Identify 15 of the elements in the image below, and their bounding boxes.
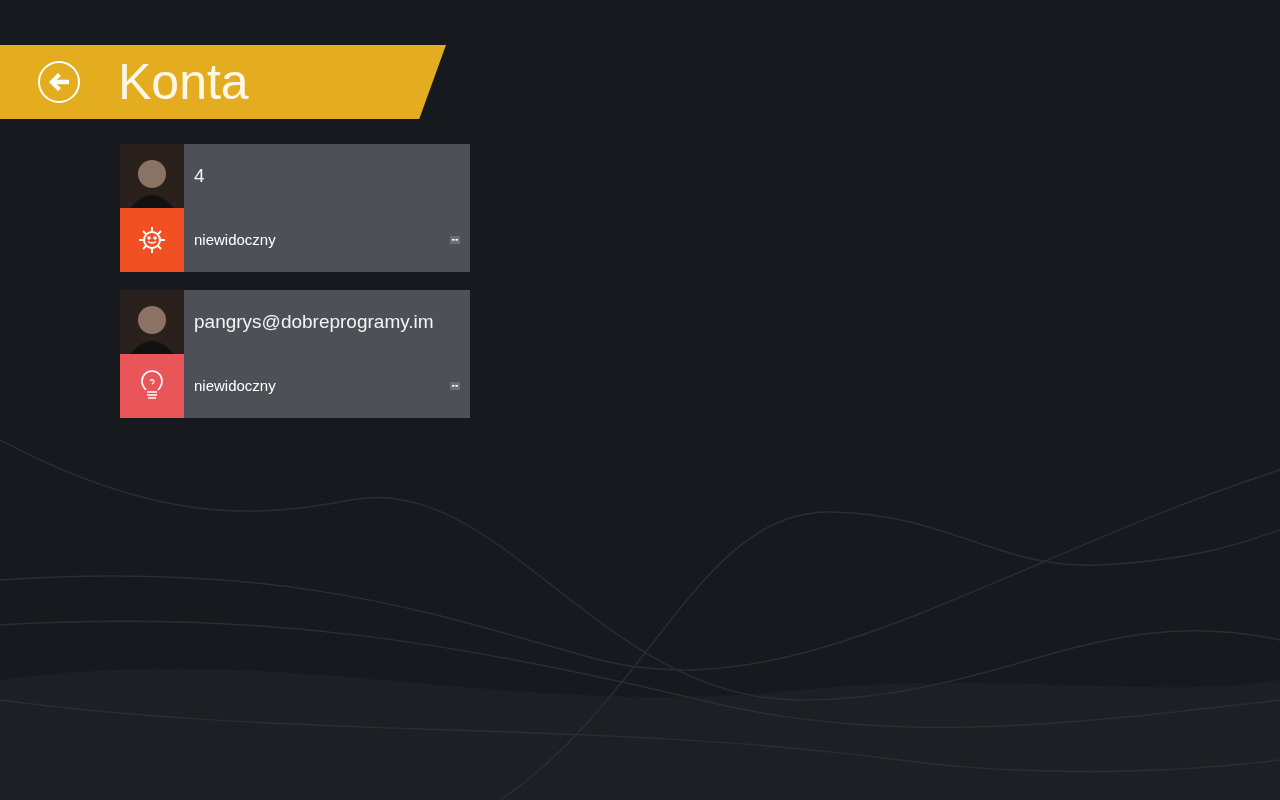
account-name: pangrys@dobreprogramy.im (194, 309, 434, 334)
left-arrow-icon (48, 72, 70, 92)
smiling-sun-icon (137, 225, 167, 255)
account-tile[interactable]: 4 niewidoczny (120, 144, 470, 272)
status-icon (450, 382, 460, 390)
back-button[interactable] (38, 61, 80, 103)
account-tile[interactable]: pangrys@dobreprogramy.im niewidoczny (120, 290, 470, 418)
light-bulb-icon (140, 370, 164, 402)
avatar-placeholder (120, 144, 184, 208)
status-icon (450, 236, 460, 244)
account-status: niewidoczny (194, 375, 276, 396)
avatar-placeholder (120, 290, 184, 354)
account-status: niewidoczny (194, 229, 276, 250)
page-title: Konta (118, 57, 249, 107)
account-name: 4 (194, 163, 205, 188)
